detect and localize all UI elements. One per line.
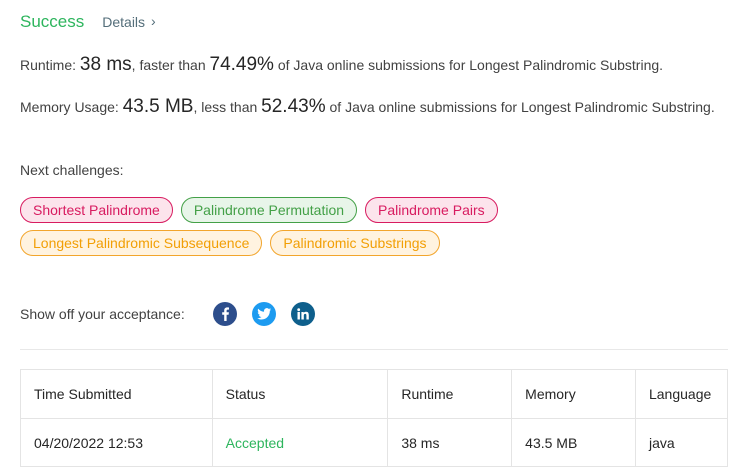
table-row: 04/20/2022 12:53 Accepted 38 ms 43.5 MB … [20, 418, 729, 467]
share-label: Show off your acceptance: [20, 306, 185, 322]
runtime-middle: , faster than [131, 57, 210, 73]
cell-status-accepted[interactable]: Accepted [211, 418, 389, 467]
column-header-time-submitted: Time Submitted [20, 369, 213, 419]
memory-value: 43.5 MB [122, 96, 194, 117]
challenge-tag[interactable]: Palindromic Substrings [270, 230, 440, 256]
details-link[interactable]: Details › [102, 13, 156, 30]
challenge-tag[interactable]: Palindrome Pairs [365, 197, 498, 223]
memory-label: Memory Usage: [20, 99, 123, 115]
challenge-tag[interactable]: Shortest Palindrome [20, 197, 173, 223]
cell-time-submitted: 04/20/2022 12:53 [20, 418, 213, 467]
memory-middle: , less than [193, 99, 262, 115]
submission-result-page: Success Details › Runtime: 38 ms, faster… [0, 0, 742, 467]
submissions-table: Time Submitted Status Runtime Memory Lan… [20, 369, 729, 467]
twitter-icon[interactable] [251, 302, 276, 326]
next-challenges-label: Next challenges: [20, 162, 124, 178]
chevron-right-icon: › [151, 13, 156, 29]
challenge-tag[interactable]: Longest Palindromic Subsequence [20, 230, 263, 256]
runtime-stat: Runtime: 38 ms, faster than 74.49% of Ja… [20, 55, 722, 75]
cell-language: java [634, 418, 729, 467]
next-challenges-list: Shortest Palindrome Palindrome Permutati… [20, 197, 540, 256]
result-header: Success Details › [20, 12, 156, 32]
share-row: Show off your acceptance: [20, 302, 330, 326]
column-header-runtime: Runtime [387, 369, 513, 419]
memory-stat: Memory Usage: 43.5 MB, less than 52.43% … [20, 97, 722, 117]
runtime-label: Runtime: [20, 57, 80, 73]
runtime-value: 38 ms [79, 54, 132, 75]
challenge-tag[interactable]: Palindrome Permutation [180, 197, 358, 223]
memory-percent: 52.43% [261, 96, 326, 117]
facebook-icon[interactable] [212, 302, 237, 326]
section-divider [20, 349, 728, 350]
details-label: Details [102, 14, 146, 30]
column-header-memory: Memory [511, 369, 636, 419]
linkedin-icon[interactable] [290, 302, 315, 326]
cell-runtime: 38 ms [387, 418, 513, 467]
runtime-suffix: of Java online submissions for Longest P… [273, 57, 664, 73]
column-header-language: Language [634, 369, 729, 419]
runtime-percent: 74.49% [209, 54, 274, 75]
cell-memory: 43.5 MB [511, 418, 636, 467]
table-header-row: Time Submitted Status Runtime Memory Lan… [20, 369, 729, 419]
memory-suffix: of Java online submissions for Longest P… [325, 99, 715, 115]
status-success: Success [20, 12, 85, 31]
column-header-status: Status [211, 369, 389, 419]
